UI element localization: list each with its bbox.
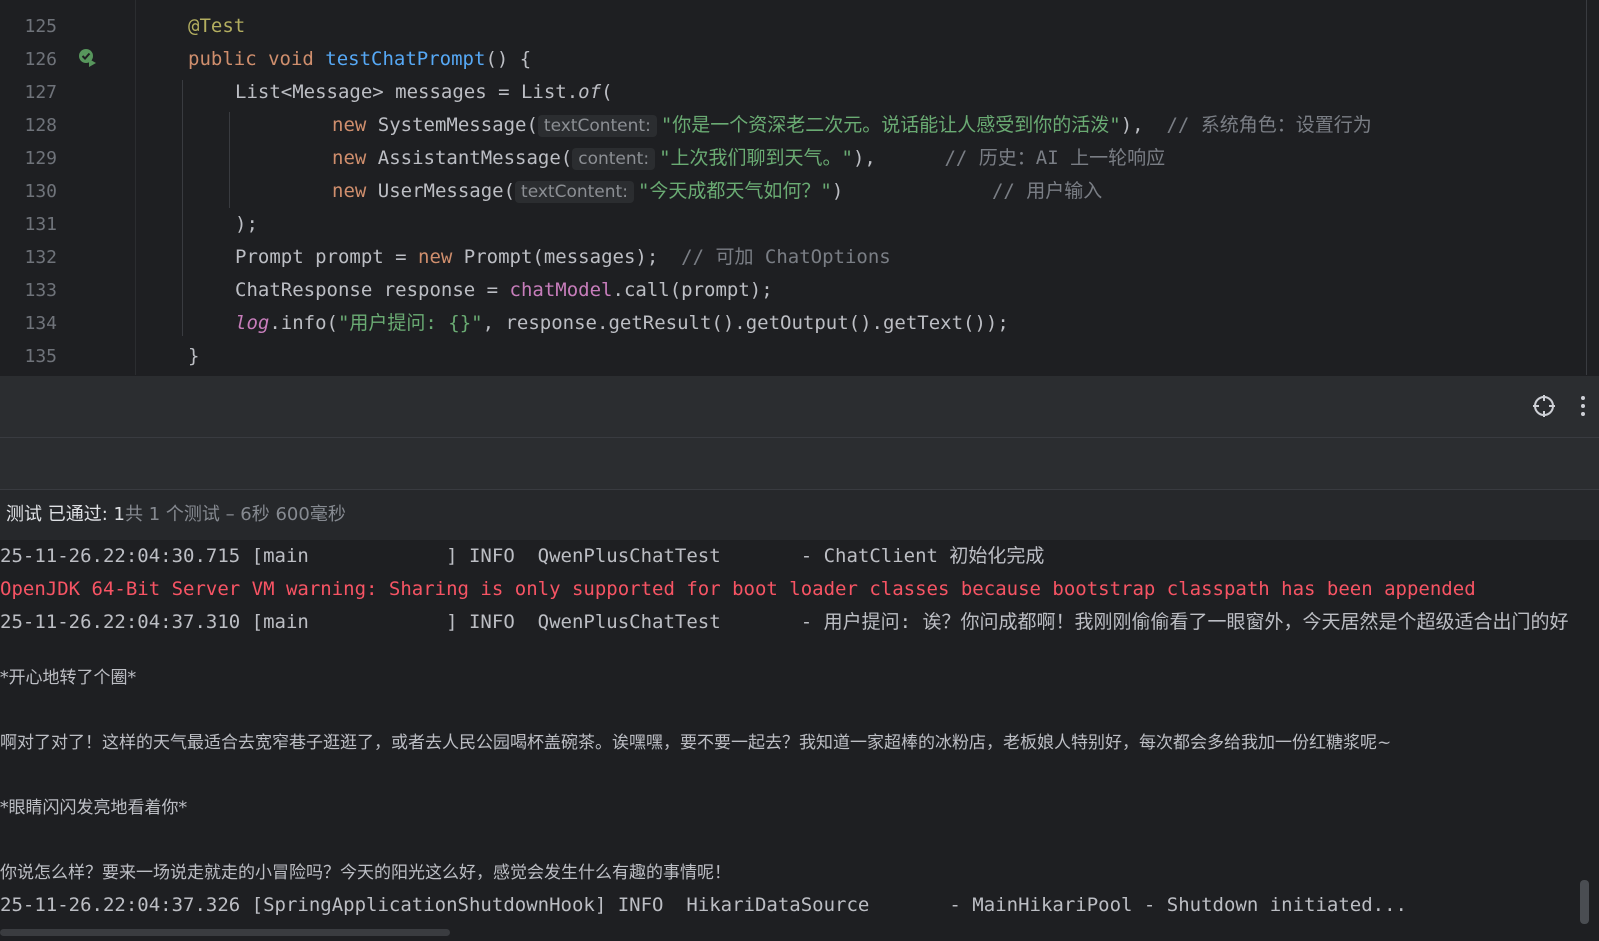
code-token: SystemMessage( xyxy=(377,114,538,136)
code-token: ), xyxy=(1120,114,1167,136)
code-token: new xyxy=(332,147,378,169)
code-token: // 系统角色：设置行为 xyxy=(1166,114,1372,136)
code-token: UserMessage( xyxy=(377,180,516,202)
line-number: 129 xyxy=(24,148,57,169)
log-line: 25-11-26.22:04:30.715 [main ] INFO QwenP… xyxy=(0,545,1045,567)
code-token: // 可加 ChatOptions xyxy=(681,246,891,268)
code-token: @Test xyxy=(188,15,246,37)
tool-window-toolbar xyxy=(0,437,1599,490)
code-token: new xyxy=(418,246,464,268)
code-token: new xyxy=(332,180,378,202)
line-number: 132 xyxy=(24,247,57,268)
line-number: 126 xyxy=(24,49,57,70)
line-number: 128 xyxy=(24,115,57,136)
code-token: AssistantMessage( xyxy=(377,147,573,169)
code-text: Prompt prompt = new Prompt(messages); //… xyxy=(235,241,891,274)
code-text: ChatResponse response = chatModel.call(p… xyxy=(235,274,773,307)
code-editor[interactable]: 125 @Test 126 public void testChatPrompt() … xyxy=(0,0,1599,375)
crosshair-icon[interactable] xyxy=(1531,393,1557,419)
indent-guide xyxy=(182,80,183,336)
jvm-warning-line: OpenJDK 64-Bit Server VM warning: Sharin… xyxy=(0,578,1476,600)
console-output[interactable]: 25-11-26.22:04:30.715 [main ] INFO QwenP… xyxy=(0,540,1599,941)
line-number: 130 xyxy=(24,181,57,202)
code-token: of xyxy=(578,81,602,103)
code-token: chatModel xyxy=(509,279,613,301)
code-text: } xyxy=(188,340,199,373)
code-token: ), xyxy=(852,147,945,169)
line-number: 135 xyxy=(24,346,57,367)
more-options-icon[interactable] xyxy=(1570,393,1596,419)
line-number: 133 xyxy=(24,280,57,301)
code-token: ( xyxy=(601,81,613,103)
code-token: // 用户输入 xyxy=(991,180,1103,202)
parameter-hint: textContent: xyxy=(515,181,634,203)
code-text: new AssistantMessage(content: "上次我们聊到天气。"… xyxy=(332,142,1165,176)
tests-passed-label: 测试 已通过: 1 xyxy=(6,504,125,525)
code-token: ) xyxy=(831,180,992,202)
code-token: .call(prompt); xyxy=(612,279,773,301)
code-text: new UserMessage(textContent: "今天成都天气如何？")… xyxy=(332,175,1102,209)
code-token: // 历史：AI 上一轮响应 xyxy=(944,147,1166,169)
chat-output-line: 啊对了对了！这样的天气最适合去宽窄巷子逛逛了，或者去人民公园喝杯盖碗茶。诶嘿嘿，… xyxy=(0,733,1392,753)
code-token: Prompt(messages); xyxy=(463,246,682,268)
line-number: 127 xyxy=(24,82,57,103)
code-token: ); xyxy=(235,213,258,235)
parameter-hint: content: xyxy=(572,148,656,170)
test-passed-run-icon[interactable] xyxy=(78,48,98,68)
code-token: log xyxy=(235,312,270,334)
code-token: .info( xyxy=(269,312,338,334)
tests-total-label: 共 1 个测试 – 6秒 600毫秒 xyxy=(124,504,346,525)
log-line: 25-11-26.22:04:37.310 [main ] INFO QwenP… xyxy=(0,611,1569,633)
chat-output-line: 你说怎么样？要来一场说走就走的小冒险吗？今天的阳光这么好，感觉会发生什么有趣的事… xyxy=(0,863,731,883)
code-token: testChatPrompt xyxy=(325,48,486,70)
code-text: ); xyxy=(235,208,258,241)
parameter-hint: textContent: xyxy=(537,115,657,137)
code-token: "今天成都天气如何？" xyxy=(637,180,832,202)
chat-output-line: *眼睛闪闪发亮地看着你* xyxy=(0,798,187,818)
gutter-separator xyxy=(135,0,136,375)
line-number: 134 xyxy=(24,313,57,334)
code-token: , response.getResult().getOutput().getTe… xyxy=(482,312,1009,334)
code-text: @Test xyxy=(188,10,245,43)
code-token: } xyxy=(188,345,200,367)
code-text: List<Message> messages = List.of( xyxy=(235,76,613,109)
code-token: ChatResponse response = xyxy=(235,279,510,301)
editor-scrollbar-track xyxy=(1586,0,1587,375)
code-text: new SystemMessage(textContent: "你是一个资深老二次… xyxy=(332,109,1372,143)
code-text: public void testChatPrompt() { xyxy=(188,43,531,76)
code-token: "你是一个资深老二次元。说话能让人感受到你的活泼" xyxy=(660,114,1121,136)
chat-output-line: *开心地转了个圈* xyxy=(0,668,136,688)
indent-guide xyxy=(229,112,230,208)
test-status-bar: 测试 已通过: 1共 1 个测试 – 6秒 600毫秒 xyxy=(0,489,1599,540)
code-token: List<Message> messages = List. xyxy=(235,81,579,103)
log-line: 25-11-26.22:04:37.326 [SpringApplication… xyxy=(0,894,1407,916)
line-number: 125 xyxy=(24,16,57,37)
code-token: new xyxy=(332,114,378,136)
code-text: log.info("用户提问: {}", response.getResult(… xyxy=(235,307,1009,340)
code-token: "上次我们聊到天气。" xyxy=(659,147,853,169)
code-token: public void xyxy=(188,48,326,70)
code-token: () { xyxy=(485,48,532,70)
code-token: Prompt prompt = xyxy=(235,246,419,268)
line-number: 131 xyxy=(24,214,57,235)
console-vertical-scrollbar[interactable] xyxy=(1580,880,1589,924)
console-horizontal-scrollbar[interactable] xyxy=(0,929,450,936)
code-token: "用户提问: {}" xyxy=(337,312,483,334)
tool-window-header xyxy=(0,375,1599,438)
